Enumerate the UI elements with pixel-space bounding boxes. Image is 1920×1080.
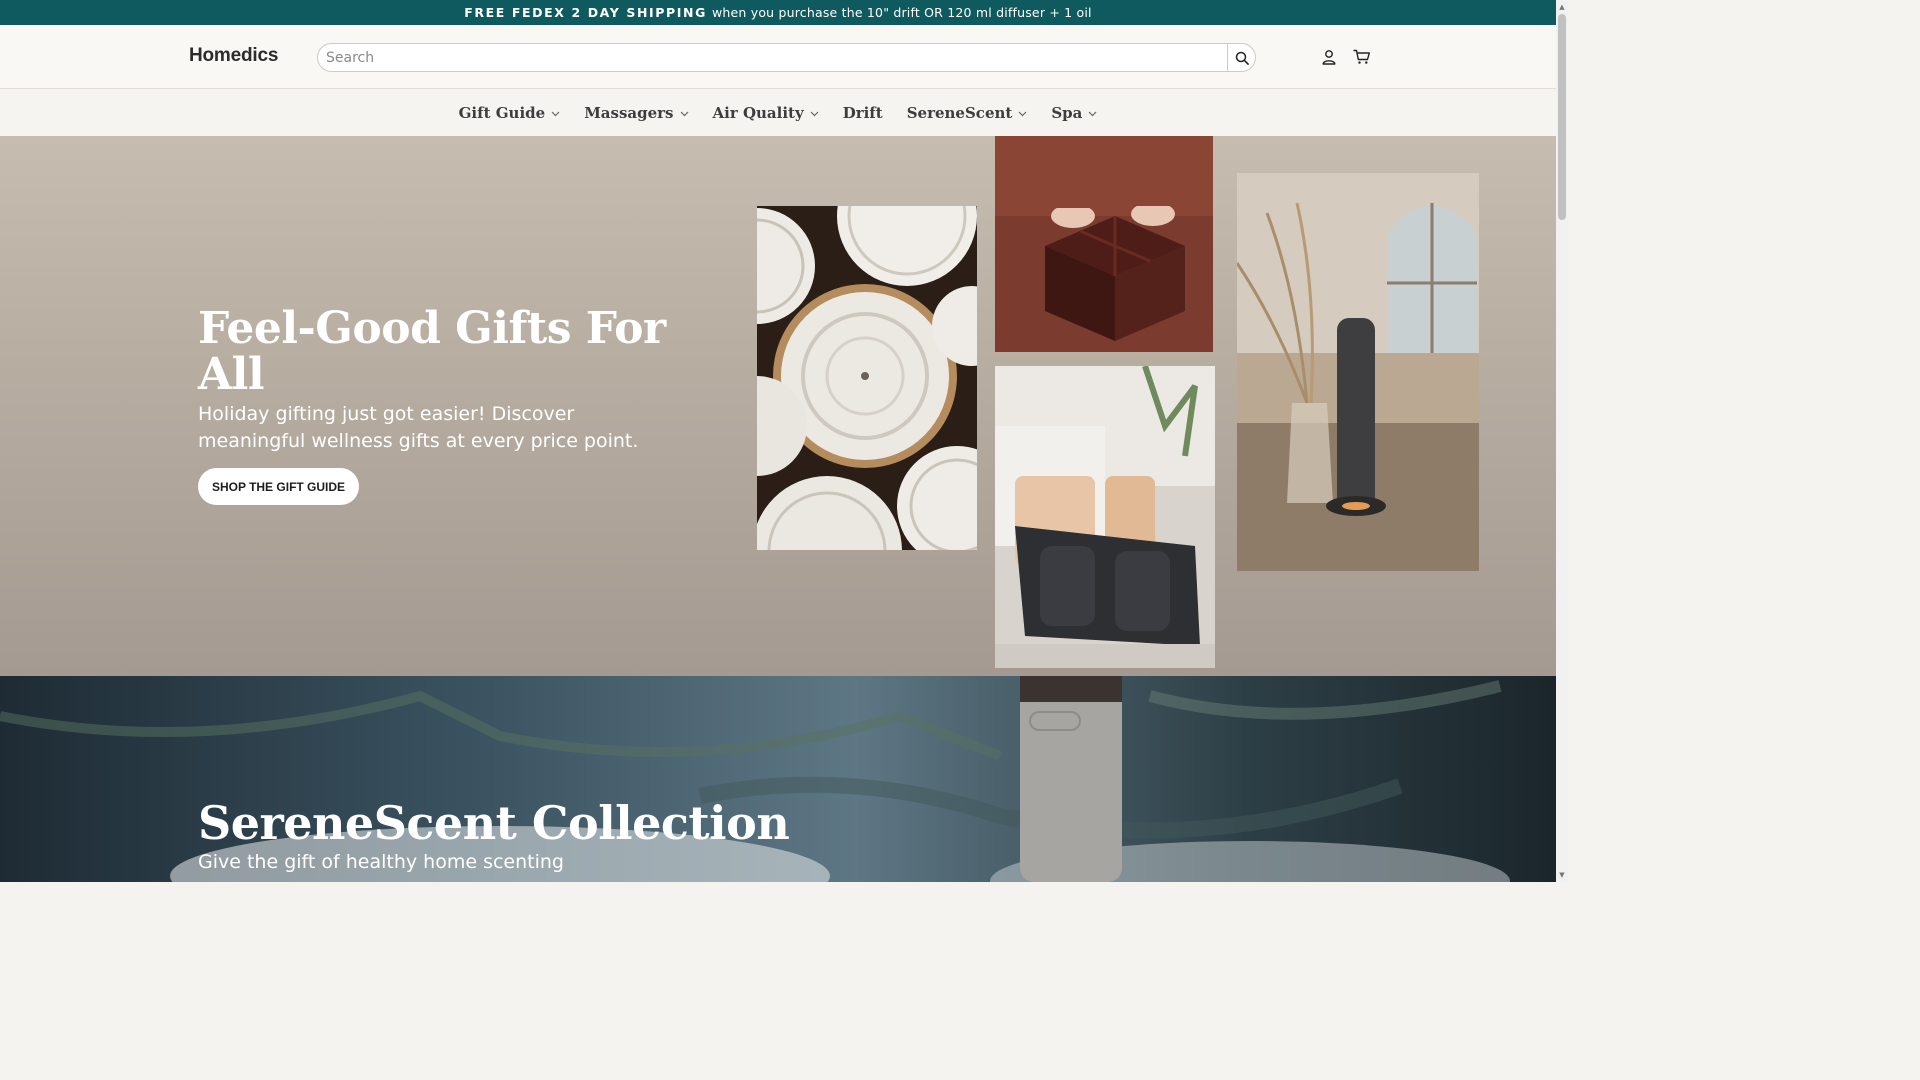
sand-art-plates-image[interactable] xyxy=(757,206,977,550)
cart-icon xyxy=(1353,49,1370,64)
page: FREE FEDEX 2 DAY SHIPPING when you purch… xyxy=(0,0,1568,882)
foot-massager-image[interactable] xyxy=(995,366,1215,668)
homedics-logo[interactable]: Homedics xyxy=(189,45,278,67)
nav-item-label: Gift Guide xyxy=(458,103,546,122)
hero-banner: Feel-Good Gifts For All Holiday gifting … xyxy=(0,136,1556,676)
nav-item-air-quality[interactable]: Air Quality xyxy=(713,104,819,122)
chevron-down-icon xyxy=(551,111,560,116)
chevron-down-icon xyxy=(680,111,688,116)
nav-item-label: Spa xyxy=(1051,103,1083,122)
announcement-bar[interactable]: FREE FEDEX 2 DAY SHIPPING when you purch… xyxy=(0,0,1556,25)
site-header: Homedics xyxy=(0,25,1556,89)
account-button[interactable] xyxy=(1319,47,1339,67)
scrollbar-thumb[interactable] xyxy=(1558,14,1566,220)
search-input[interactable] xyxy=(318,44,1227,71)
scroll-up-arrow-icon[interactable]: ▲ xyxy=(1558,3,1566,11)
main-nav: Gift Guide Massagers Air Quality Drift S… xyxy=(0,89,1556,136)
nav-item-label: Drift xyxy=(842,103,883,122)
chevron-down-icon xyxy=(810,111,819,116)
search-icon xyxy=(1235,51,1249,65)
chevron-down-icon xyxy=(1018,111,1027,116)
announcement-bold: FREE FEDEX 2 DAY SHIPPING xyxy=(464,5,707,20)
nav-item-spa[interactable]: Spa xyxy=(1051,104,1097,122)
search-button[interactable] xyxy=(1227,44,1255,71)
serenescent-title: SereneScent Collection xyxy=(198,796,790,850)
shop-gift-guide-button[interactable]: SHOP THE GIFT GUIDE xyxy=(198,468,359,505)
nav-item-label: Air Quality xyxy=(712,103,804,122)
nav-item-gift-guide[interactable]: Gift Guide xyxy=(459,104,561,122)
scroll-down-arrow-icon[interactable]: ▼ xyxy=(1558,871,1566,879)
nav-item-massagers[interactable]: Massagers xyxy=(584,104,688,122)
page-scrollbar[interactable]: ▲ ▼ xyxy=(1556,0,1568,882)
serenescent-subtitle: Give the gift of healthy home scenting xyxy=(198,851,564,873)
cart-button[interactable] xyxy=(1352,47,1372,67)
hero-subtitle: Holiday gifting just got easier! Discove… xyxy=(198,403,639,452)
nav-item-label: SereneScent xyxy=(906,103,1013,122)
nav-item-label: Massagers xyxy=(584,103,674,122)
chevron-down-icon xyxy=(1088,111,1097,116)
nav-item-drift[interactable]: Drift xyxy=(843,104,883,122)
serenescent-section: SereneScent Collection Give the gift of … xyxy=(0,676,1556,882)
gift-box-hands-image[interactable] xyxy=(995,136,1213,352)
search-bar xyxy=(317,43,1256,72)
user-icon xyxy=(1322,50,1336,65)
hero-title: Feel-Good Gifts For All xyxy=(198,303,666,400)
announcement-text: when you purchase the 10" drift OR 120 m… xyxy=(711,5,1092,20)
nav-item-serenescent[interactable]: SereneScent xyxy=(907,104,1028,122)
diffuser-tower-image[interactable] xyxy=(1237,173,1479,571)
